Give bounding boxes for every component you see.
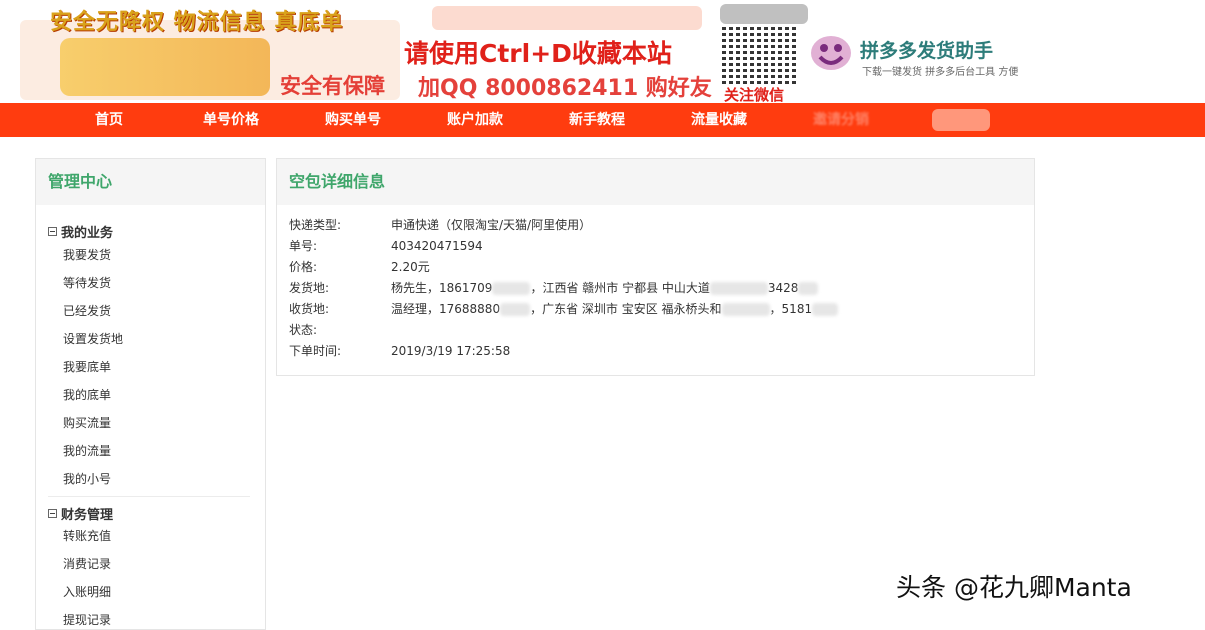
helper-subtitle: 下载一键发货 拼多多后台工具 方便 [862,67,1019,78]
blurred-nav-item [932,109,990,131]
wechat-qr-code [722,24,798,84]
collapse-icon[interactable] [48,227,57,236]
nav-traffic-favorites[interactable]: 流量收藏 [664,103,774,137]
redacted-mask [798,282,819,295]
nav-tracking-price[interactable]: 单号价格 [176,103,286,137]
detail-value-address: ，广东省 深圳市 宝安区 福永桥头和 [530,302,722,316]
detail-label: 发货地: [289,281,330,295]
sidebar-group-finance[interactable]: 财务管理 [48,504,113,523]
detail-row-status: 状态: [289,320,391,341]
detail-label: 单号: [289,239,318,253]
detail-value-postcode: 3428 [767,281,799,295]
banner-title: 安全无降权 物流信息 真底单 [50,10,344,35]
sidebar-item-shipped[interactable]: 已经发货 [63,302,111,319]
package-detail-panel: 空包详细信息 快递类型: 申通快递（仅限淘宝/天猫/阿里使用） 单号: 403420… [276,158,1035,376]
detail-value: 2019/3/19 17:25:58 [391,344,511,358]
helper-logo-icon [811,36,851,70]
collapse-icon[interactable] [48,509,57,518]
sidebar-item-buy-traffic[interactable]: 购买流量 [63,414,111,431]
sidebar-item-my-accounts[interactable]: 我的小号 [63,470,111,487]
detail-label: 收货地: [289,302,330,316]
detail-row-courier: 快递类型: 申通快递（仅限淘宝/天猫/阿里使用） [289,215,591,236]
nav-invite-distribution[interactable]: 邀请分销 [786,103,896,137]
qq-contact-text: 加QQ 8000862411 购好友 [418,76,712,101]
sidebar-group-my-business[interactable]: 我的业务 [48,222,113,241]
sidebar-title: 管理中心 [36,159,265,205]
detail-value: 温经理，17688880 [391,302,501,316]
sidebar-item-transfer-topup[interactable]: 转账充值 [63,527,111,544]
bookmark-slogan: 请使用Ctrl+D收藏本站 [404,39,672,68]
detail-value-address: ，江西省 赣州市 宁都县 中山大道 [530,281,710,295]
detail-label: 快递类型: [289,218,342,232]
blurred-ad-area [432,6,702,30]
redacted-mask [721,303,770,316]
price-badge [60,38,270,96]
main-nav: 首页 单号价格 购买单号 账户加款 新手教程 流量收藏 邀请分销 [0,103,1205,137]
watermark: 头条 @花九卿Manta [896,573,1132,602]
sidebar-item-set-origin[interactable]: 设置发货地 [63,330,123,347]
detail-row-destination: 收货地: 温经理，17688880 ，广东省 深圳市 宝安区 福永桥头和 ，5181 [289,299,839,320]
header-banner: 安全无降权 物流信息 真底单 安全有保障 请使用Ctrl+D收藏本站 加QQ 8… [0,0,1205,103]
sidebar-item-my-receipts[interactable]: 我的底单 [63,386,111,403]
redacted-mask [812,303,839,316]
blurred-ad-area [720,4,808,24]
nav-buy-tracking[interactable]: 购买单号 [298,103,408,137]
nav-tutorial[interactable]: 新手教程 [542,103,652,137]
banner-secure-text: 安全有保障 [280,74,385,98]
detail-label: 价格: [289,260,318,274]
detail-value-postcode: ，5181 [769,302,813,316]
sidebar-divider [48,496,250,497]
panel-title: 空包详细信息 [277,159,1034,205]
detail-row-order-time: 下单时间: 2019/3/19 17:25:58 [289,341,510,362]
detail-label: 状态: [289,323,318,337]
nav-account-topup[interactable]: 账户加款 [420,103,530,137]
nav-home[interactable]: 首页 [54,103,164,137]
detail-value: 申通快递（仅限淘宝/天猫/阿里使用） [391,218,592,232]
sidebar-group-label: 财务管理 [61,508,114,523]
sidebar: 管理中心 我的业务 我要发货 等待发货 已经发货 设置发货地 我要底单 我的底单… [35,158,266,630]
detail-value: 2.20元 [391,260,430,274]
detail-value: 杨先生，1861709 [391,281,493,295]
sidebar-item-ship[interactable]: 我要发货 [63,246,111,263]
detail-row-price: 价格: 2.20元 [289,257,430,278]
sidebar-item-spending-records[interactable]: 消费记录 [63,555,111,572]
detail-row-tracking: 单号: 403420471594 [289,236,483,257]
sidebar-item-income-details[interactable]: 入账明细 [63,583,111,600]
detail-row-origin: 发货地: 杨先生，1861709 ，江西省 赣州市 宁都县 中山大道 3428 [289,278,819,299]
redacted-mask [709,282,768,295]
sidebar-item-waiting-ship[interactable]: 等待发货 [63,274,111,291]
redacted-mask [500,303,531,316]
sidebar-item-want-receipt[interactable]: 我要底单 [63,358,111,375]
sidebar-group-label: 我的业务 [61,226,114,241]
detail-value: 403420471594 [391,239,483,253]
helper-title: 拼多多发货助手 [860,40,994,62]
detail-label: 下单时间: [289,344,342,358]
sidebar-item-my-traffic[interactable]: 我的流量 [63,442,111,459]
wechat-follow-label: 关注微信 [724,86,785,103]
redacted-mask [492,282,531,295]
